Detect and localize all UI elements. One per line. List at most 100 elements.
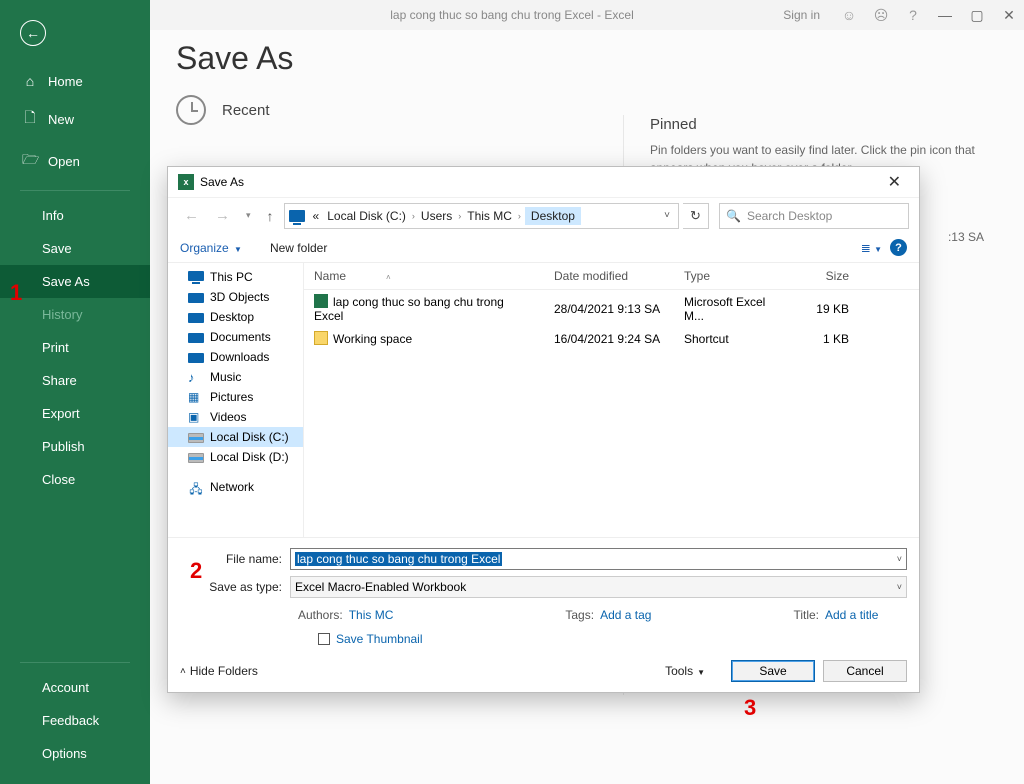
view-mode-button[interactable]: ≣ ▼ bbox=[861, 241, 882, 255]
authors-value[interactable]: This MC bbox=[349, 608, 394, 622]
signin-link[interactable]: Sign in bbox=[783, 8, 820, 22]
emoji-icon[interactable]: ☺ bbox=[840, 7, 858, 23]
nav-up-icon[interactable]: ↑ bbox=[261, 208, 280, 224]
tree-pictures[interactable]: Pictures bbox=[168, 387, 303, 407]
chevron-down-icon[interactable]: ˅ bbox=[897, 554, 902, 564]
file-name-input[interactable]: lap cong thuc so bang chu trong Excel˅ bbox=[290, 548, 907, 570]
col-name[interactable]: Name˄ bbox=[304, 263, 544, 289]
dialog-titlebar: x Save As ✕ bbox=[168, 167, 919, 197]
crumb-0[interactable]: Local Disk (C:) bbox=[325, 209, 408, 223]
annotation-2: 2 bbox=[190, 558, 202, 584]
sidebar-feedback[interactable]: Feedback bbox=[0, 704, 150, 737]
title-value[interactable]: Add a title bbox=[825, 608, 878, 622]
pinned-heading: Pinned bbox=[650, 116, 1000, 133]
sidebar-divider-bottom bbox=[20, 662, 130, 663]
minimize-icon[interactable]: — bbox=[936, 7, 954, 23]
close-dialog-icon[interactable]: ✕ bbox=[880, 170, 909, 194]
save-as-dialog: x Save As ✕ ← → ▾ ↑ « Local Disk (C:)› U… bbox=[167, 166, 920, 693]
sidebar-divider bbox=[20, 190, 130, 191]
file-row[interactable]: Working space 16/04/2021 9:24 SA Shortcu… bbox=[304, 327, 919, 350]
thumbnail-checkbox[interactable] bbox=[318, 633, 330, 645]
search-input[interactable]: 🔍 Search Desktop bbox=[719, 203, 909, 229]
dialog-help-icon[interactable]: ? bbox=[890, 239, 907, 256]
search-icon: 🔍 bbox=[726, 209, 741, 223]
col-size[interactable]: Size bbox=[789, 263, 859, 289]
sidebar-history: History bbox=[0, 298, 150, 331]
hide-folders-button[interactable]: ˄Hide Folders bbox=[180, 664, 258, 678]
chevron-down-icon: ▼ bbox=[697, 668, 705, 677]
sidebar-account[interactable]: Account bbox=[0, 671, 150, 704]
feedback-icon[interactable]: ☹ bbox=[872, 7, 890, 24]
folder-icon bbox=[188, 333, 204, 343]
sidebar-publish[interactable]: Publish bbox=[0, 430, 150, 463]
sidebar-save[interactable]: Save bbox=[0, 232, 150, 265]
tree-local-disk-c[interactable]: Local Disk (C:) bbox=[168, 427, 303, 447]
recent-time-stub: :13 SA bbox=[948, 230, 984, 244]
shortcut-icon bbox=[314, 331, 328, 345]
page-icon: 🗋 bbox=[22, 107, 38, 131]
back-button[interactable]: ← bbox=[20, 20, 46, 46]
folder-open-icon: 🗁 bbox=[22, 149, 38, 173]
cancel-button[interactable]: Cancel bbox=[823, 660, 907, 682]
nav-recent-icon[interactable]: ▾ bbox=[240, 210, 257, 221]
tree-downloads[interactable]: Downloads bbox=[168, 347, 303, 367]
chevron-down-icon: ▼ bbox=[234, 245, 242, 254]
sidebar-close[interactable]: Close bbox=[0, 463, 150, 496]
clock-icon bbox=[176, 95, 206, 125]
tags-label: Tags: bbox=[565, 608, 594, 622]
col-type[interactable]: Type bbox=[674, 263, 789, 289]
videos-icon bbox=[188, 410, 204, 424]
help-icon[interactable]: ? bbox=[904, 7, 922, 23]
save-type-select[interactable]: Excel Macro-Enabled Workbook˅ bbox=[290, 576, 907, 598]
nav-forward-icon: → bbox=[209, 207, 236, 224]
sidebar-share[interactable]: Share bbox=[0, 364, 150, 397]
breadcrumb-bar[interactable]: « Local Disk (C:)› Users› This MC› Deskt… bbox=[284, 203, 679, 229]
document-title: lap cong thuc so bang chu trong Excel - … bbox=[390, 8, 633, 22]
recent-label[interactable]: Recent bbox=[222, 102, 270, 119]
tools-dropdown[interactable]: Tools▼ bbox=[665, 664, 705, 678]
sidebar-home[interactable]: ⌂Home bbox=[0, 64, 150, 98]
dialog-title: Save As bbox=[200, 175, 244, 189]
refresh-button[interactable]: ↻ bbox=[683, 203, 709, 229]
tree-music[interactable]: Music bbox=[168, 367, 303, 387]
disk-icon bbox=[188, 453, 204, 463]
annotation-1: 1 bbox=[10, 280, 22, 306]
tree-desktop[interactable]: Desktop bbox=[168, 307, 303, 327]
save-button[interactable]: Save bbox=[731, 660, 815, 682]
save-thumbnail-row[interactable]: Save Thumbnail bbox=[318, 632, 907, 646]
tree-local-disk-d[interactable]: Local Disk (D:) bbox=[168, 447, 303, 467]
col-date[interactable]: Date modified bbox=[544, 263, 674, 289]
tree-this-pc[interactable]: This PC bbox=[168, 267, 303, 287]
organize-button[interactable]: Organize ▼ bbox=[180, 241, 242, 255]
close-window-icon[interactable]: ✕ bbox=[1000, 7, 1018, 24]
sidebar-export[interactable]: Export bbox=[0, 397, 150, 430]
folder-icon bbox=[188, 293, 204, 303]
maximize-icon[interactable]: ▢ bbox=[968, 7, 986, 24]
disk-icon bbox=[188, 433, 204, 443]
tree-network[interactable]: 🖧Network bbox=[168, 477, 303, 497]
nav-back-icon[interactable]: ← bbox=[178, 207, 205, 224]
tree-3d-objects[interactable]: 3D Objects bbox=[168, 287, 303, 307]
tags-value[interactable]: Add a tag bbox=[600, 608, 651, 622]
sidebar-open[interactable]: 🗁Open bbox=[0, 140, 150, 182]
tree-videos[interactable]: Videos bbox=[168, 407, 303, 427]
annotation-3: 3 bbox=[744, 695, 756, 721]
crumb-2[interactable]: This MC bbox=[465, 209, 514, 223]
crumb-3[interactable]: Desktop bbox=[525, 207, 581, 225]
sidebar-new[interactable]: 🗋New bbox=[0, 98, 150, 140]
sidebar-options[interactable]: Options bbox=[0, 737, 150, 770]
sidebar-info[interactable]: Info bbox=[0, 199, 150, 232]
folder-icon bbox=[188, 353, 204, 363]
chevron-right-icon: › bbox=[458, 211, 461, 221]
new-folder-button[interactable]: New folder bbox=[270, 241, 327, 255]
path-dropdown-icon[interactable]: ˅ bbox=[660, 210, 674, 221]
chevron-down-icon[interactable]: ˅ bbox=[897, 582, 902, 592]
tree-documents[interactable]: Documents bbox=[168, 327, 303, 347]
sidebar-save-as[interactable]: Save As bbox=[0, 265, 150, 298]
file-row[interactable]: lap cong thuc so bang chu trong Excel 28… bbox=[304, 290, 919, 327]
dialog-toolbar: Organize ▼ New folder ≣ ▼ ? bbox=[168, 233, 919, 263]
title-label: Title: bbox=[793, 608, 819, 622]
sort-icon: ˄ bbox=[386, 273, 391, 282]
sidebar-print[interactable]: Print bbox=[0, 331, 150, 364]
crumb-1[interactable]: Users bbox=[419, 209, 454, 223]
